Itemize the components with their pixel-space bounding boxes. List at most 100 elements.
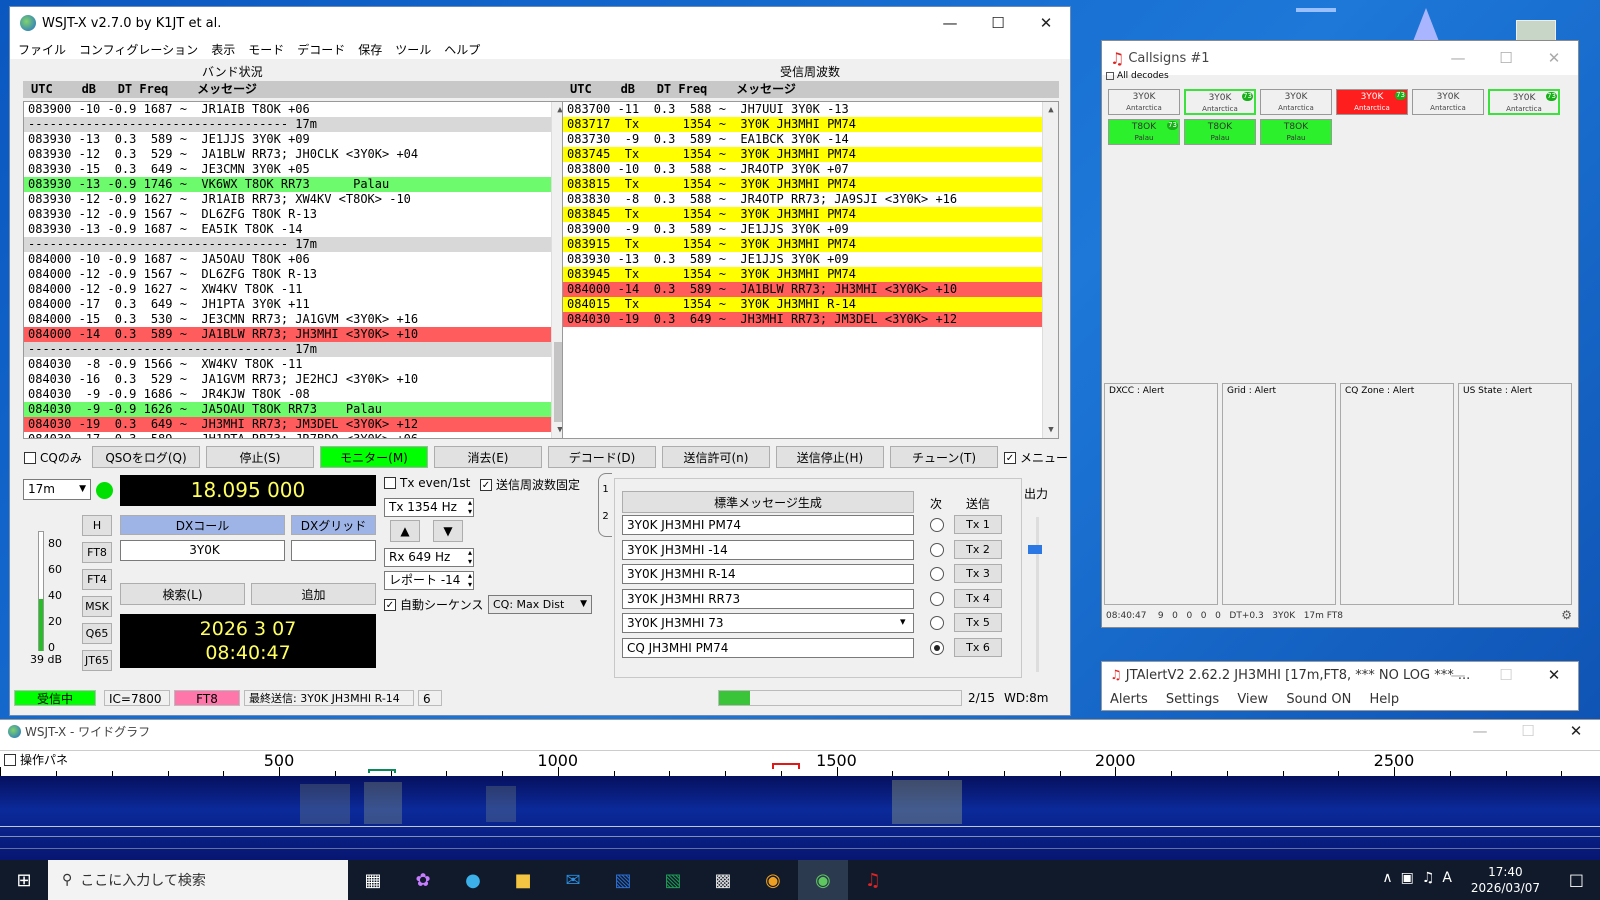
desktop-shortcut[interactable] [1516, 20, 1556, 42]
power-slider[interactable] [1024, 507, 1052, 677]
minimize-icon[interactable]: — [1456, 720, 1504, 742]
callsign-tile[interactable]: 3Y0K Antarctica [1260, 89, 1332, 115]
tx-3-button[interactable]: Tx 3 [954, 564, 1002, 584]
alert-pane[interactable]: DXCC : Alert [1104, 383, 1218, 605]
frequency-scale[interactable]: 操作パネ 500 1000 1500 2000 2500 [0, 750, 1600, 776]
gear-icon[interactable]: ⚙ [1561, 608, 1572, 622]
tx-4-button[interactable]: Tx 4 [954, 588, 1002, 608]
decode-row[interactable]: 083930 -12 0.3 529 ~ JA1BLW RR73; JH0CLK… [24, 147, 567, 162]
menu-mode[interactable]: モード [248, 41, 284, 58]
callsign-tile[interactable]: 3Y0K Antarctica [1108, 89, 1180, 115]
menu-view[interactable]: 表示 [211, 41, 235, 58]
cq-only-checkbox[interactable]: CQのみ [24, 449, 82, 466]
callsign-tile[interactable]: T8OK Palau 73 [1108, 119, 1180, 145]
add-button[interactable]: 追加 [251, 583, 376, 605]
decode-row[interactable]: 084000 -17 0.3 649 ~ JH1PTA 3Y0K +11 [24, 297, 567, 312]
menu-config[interactable]: コンフィグレーション [79, 41, 198, 58]
title-bar[interactable]: WSJT-X v2.7.0 by K1JT et al. — ☐ ✕ [10, 7, 1070, 39]
decode-row[interactable]: 084000 -10 -0.9 1687 ~ JA5OAU T8OK +06 [24, 252, 567, 267]
dx-grid-input[interactable] [291, 540, 376, 561]
scroll-down-icon[interactable]: ▼ [1043, 422, 1058, 438]
decode-row[interactable]: 084000 -12 -0.9 1567 ~ DL6ZFG T8OK R-13 [24, 267, 567, 282]
tx-4-radio[interactable] [930, 591, 944, 606]
rx-scrollbar[interactable]: ▲ ▼ [1042, 102, 1058, 438]
tune-button[interactable]: チューン(T) [890, 446, 998, 468]
menu-save[interactable]: 保存 [358, 41, 382, 58]
callsign-tile[interactable]: 3Y0K Antarctica 73 [1184, 89, 1256, 115]
decode-row[interactable]: 083930 -13 0.3 589 ~ JE1JJS 3Y0K +09 [563, 252, 1058, 267]
system-tray[interactable]: ∧▣♫A [1382, 870, 1460, 886]
tx-5-button[interactable]: Tx 5 [954, 613, 1002, 633]
close-icon[interactable]: ✕ [1530, 41, 1578, 75]
decode-row[interactable]: 083930 -15 0.3 649 ~ JE3CMN 3Y0K +05 [24, 162, 567, 177]
callsign-tile[interactable]: T8OK Palau [1260, 119, 1332, 145]
alert-pane[interactable]: Grid : Alert [1222, 383, 1336, 605]
cq-select[interactable]: CQ: Max Dist ▼ [488, 595, 592, 614]
tx-1-button[interactable]: Tx 1 [954, 515, 1002, 534]
excel-icon[interactable]: ▧ [648, 860, 698, 900]
callsigns-title-bar[interactable]: ♫ Callsigns #1 — ☐ ✕ [1102, 41, 1578, 75]
menus-checkbox[interactable]: ✓ メニュー [1004, 449, 1068, 466]
mode-msk-button[interactable]: MSK [82, 596, 112, 617]
mode-ft4-button[interactable]: FT4 [82, 569, 112, 590]
desktop-shortcut[interactable] [1412, 8, 1440, 44]
decode-row[interactable]: 083800 -10 0.3 588 ~ JR4OTP 3Y0K +07 [563, 162, 1058, 177]
mode-jt65-button[interactable]: JT65 [82, 650, 112, 671]
tx-message-6-input[interactable]: CQ JH3MHI PM74 [622, 638, 914, 658]
decode-row[interactable]: 084030 -9 -0.9 1686 ~ JR4KJW T8OK -08 [24, 387, 567, 402]
maximize-icon[interactable]: ☐ [974, 7, 1022, 39]
close-icon[interactable]: ✕ [1552, 720, 1600, 742]
store-icon[interactable]: ▩ [698, 860, 748, 900]
callsign-tile[interactable]: 3Y0K Antarctica [1412, 89, 1484, 115]
close-icon[interactable]: ✕ [1022, 7, 1070, 39]
menu-file[interactable]: ファイル [18, 41, 66, 58]
decode-row[interactable]: 083845 Tx 1354 ~ 3Y0K JH3MHI PM74 [563, 207, 1058, 222]
menu-help[interactable]: Help [1370, 692, 1400, 707]
power-slider-handle[interactable] [1028, 545, 1042, 554]
clock[interactable]: 17:40 2026/03/07 [1471, 864, 1540, 896]
outlook-icon[interactable]: ✉ [548, 860, 598, 900]
tx-6-button[interactable]: Tx 6 [954, 638, 1002, 657]
decode-row[interactable]: 084030 -9 -0.9 1626 ~ JA5OAU T8OK RR73 P… [24, 402, 567, 417]
tx-message-2-input[interactable]: 3Y0K JH3MHI -14 [622, 539, 914, 560]
menu-sound[interactable]: Sound ON [1286, 692, 1351, 707]
tx-message-4-input[interactable]: 3Y0K JH3MHI RR73 [622, 588, 914, 609]
maximize-icon[interactable]: ☐ [1482, 662, 1530, 688]
edge-icon[interactable]: ● [448, 860, 498, 900]
wide-graph-title-bar[interactable]: WSJT-X - ワイドグラフ [8, 723, 150, 740]
auto-seq-checkbox[interactable]: ✓ 自動シーケンス [384, 596, 483, 613]
band-activity-list[interactable]: 083900 -10 -0.9 1687 ~ JR1AIB T8OK +06 --… [23, 101, 568, 439]
band-separator[interactable]: ------------------------------------ 17m [24, 117, 567, 132]
tx-message-5-input[interactable]: 3Y0K JH3MHI 73 [622, 613, 914, 634]
decode-row[interactable]: 083930 -13 -0.9 1687 ~ EA5IK T8OK -14 [24, 222, 567, 237]
log-qso-button[interactable]: QSOをログ(Q) [92, 446, 200, 468]
callsign-tile[interactable]: 3Y0K Antarctica 73 [1488, 89, 1560, 115]
decode-row[interactable]: 083930 -12 -0.9 1567 ~ DL6ZFG T8OK R-13 [24, 207, 567, 222]
tx-2-button[interactable]: Tx 2 [954, 539, 1002, 559]
callsign-tile[interactable]: T8OK Palau [1184, 119, 1256, 145]
enable-tx-button[interactable]: 送信許可(n) [662, 446, 770, 468]
hold-tx-freq-checkbox[interactable]: ✓ 送信周波数固定 [480, 476, 580, 493]
stop-button[interactable]: 停止(S) [206, 446, 314, 468]
minimize-icon[interactable]: — [1434, 41, 1482, 75]
band-select[interactable]: 17m ▼ [23, 479, 91, 500]
decode-row[interactable]: 083717 Tx 1354 ~ 3Y0K JH3MHI PM74 [563, 117, 1058, 132]
decode-row[interactable]: 084015 Tx 1354 ~ 3Y0K JH3MHI R-14 [563, 297, 1058, 312]
decode-row[interactable]: 083830 -8 0.3 588 ~ JR4OTP RR73; JA9SJI … [563, 192, 1058, 207]
alert-pane[interactable]: CQ Zone : Alert [1340, 383, 1454, 605]
file-explorer-icon[interactable]: ■ [498, 860, 548, 900]
menu-help[interactable]: ヘルプ [444, 41, 480, 58]
monitor-button[interactable]: モニター(M) [320, 446, 428, 468]
waterfall[interactable] [0, 776, 1600, 861]
chrome-icon[interactable]: ◉ [748, 860, 798, 900]
close-icon[interactable]: ✕ [1530, 662, 1578, 688]
callsign-tile[interactable]: 3Y0K Antarctica 73 [1336, 89, 1408, 115]
word-icon[interactable]: ▧ [598, 860, 648, 900]
decode-row[interactable]: 084030 -8 -0.9 1566 ~ XW4KV T8OK -11 [24, 357, 567, 372]
generate-std-msgs-button[interactable]: 標準メッセージ生成 [622, 491, 914, 513]
decode-row[interactable]: 083745 Tx 1354 ~ 3Y0K JH3MHI PM74 [563, 147, 1058, 162]
decode-row[interactable]: 084000 -14 0.3 589 ~ JA1BLW RR73; JH3MHI… [24, 327, 567, 342]
decode-row[interactable]: 084000 -15 0.3 530 ~ JE3CMN RR73; JA1GVM… [24, 312, 567, 327]
dx-call-input[interactable]: 3Y0K [120, 540, 285, 561]
maximize-icon[interactable]: ☐ [1482, 41, 1530, 75]
